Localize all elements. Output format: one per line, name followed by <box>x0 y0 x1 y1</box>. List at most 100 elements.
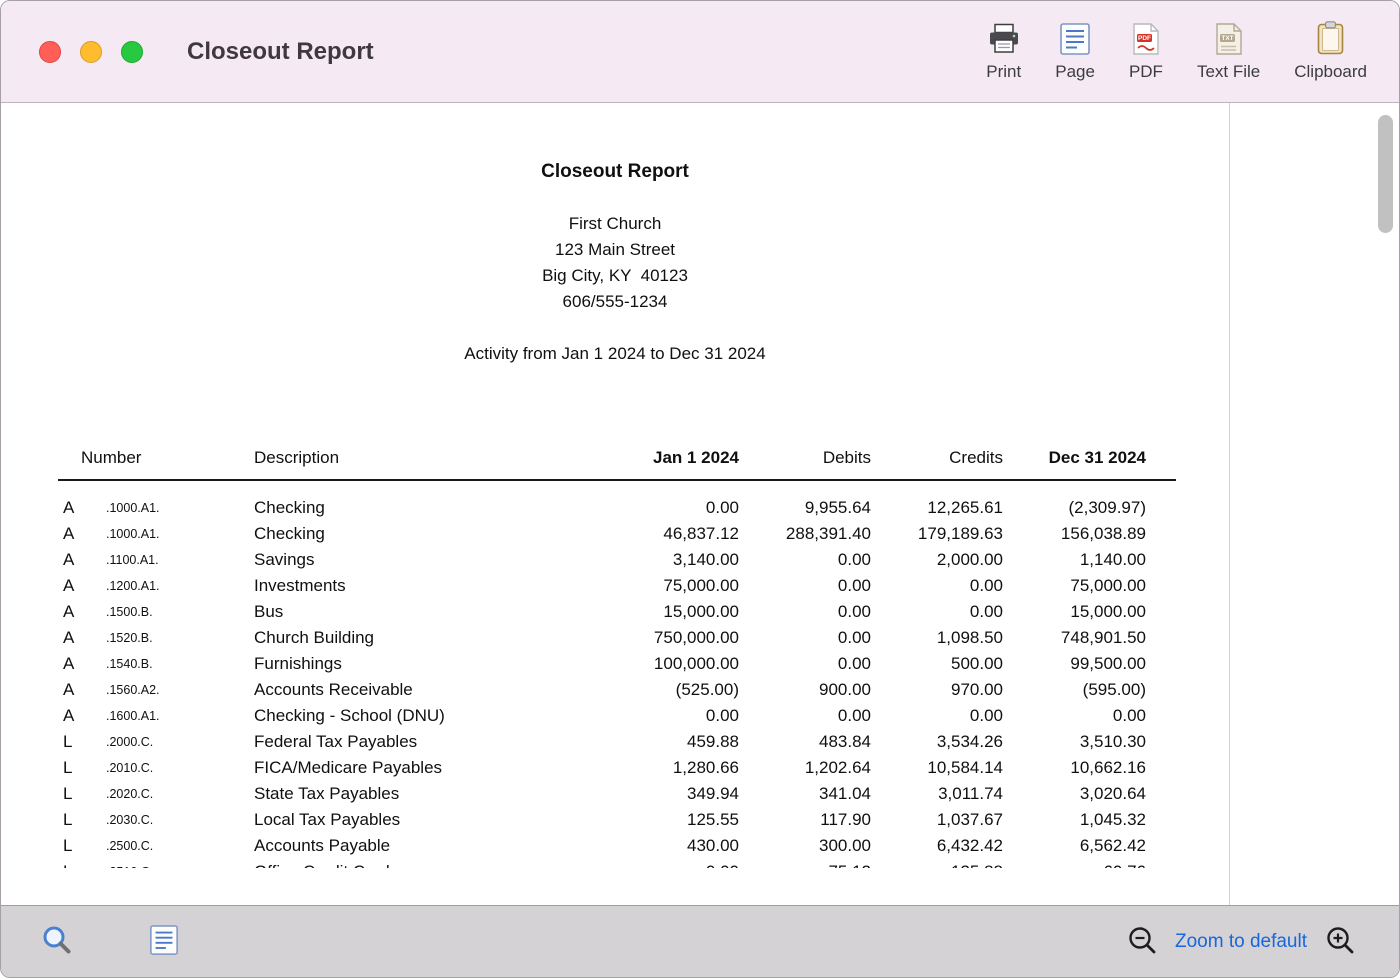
credits-cell: 0.00 <box>871 703 1003 729</box>
text-file-button[interactable]: TXT Text File <box>1197 21 1260 82</box>
credits-cell: 0.00 <box>871 599 1003 625</box>
end-balance-cell: 99,500.00 <box>1003 651 1146 677</box>
credits-cell: 1,037.67 <box>871 807 1003 833</box>
end-balance-cell: 156,038.89 <box>1003 521 1146 547</box>
table-row: L .2000.C. Federal Tax Payables 459.88 4… <box>58 729 1176 755</box>
table-row: A .1100.A1. Savings 3,140.00 0.00 2,000.… <box>58 547 1176 573</box>
statusbar-left-tools <box>41 924 179 959</box>
zoom-controls: Zoom to default <box>1127 925 1355 958</box>
debits-cell: 1,202.64 <box>739 755 871 781</box>
account-number-cell: .1540.B. <box>103 651 251 677</box>
debits-cell: 0.00 <box>739 573 871 599</box>
zoom-out-button[interactable] <box>1127 925 1157 958</box>
document-lines-icon <box>149 925 179 958</box>
begin-balance-cell: 0.00 <box>561 859 739 868</box>
table-body: A .1000.A1. Checking 0.00 9,955.64 12,26… <box>58 481 1176 868</box>
begin-balance-cell: 3,140.00 <box>561 547 739 573</box>
account-type-cell: A <box>58 625 103 651</box>
begin-balance-cell: 0.00 <box>561 495 739 521</box>
table-row: A .1540.B. Furnishings 100,000.00 0.00 5… <box>58 651 1176 677</box>
minimize-window-button[interactable] <box>80 41 102 63</box>
begin-balance-cell: 15,000.00 <box>561 599 739 625</box>
vertical-scrollbar-thumb[interactable] <box>1378 115 1393 233</box>
svg-text:TXT: TXT <box>1221 35 1233 42</box>
description-cell: Checking <box>251 521 561 547</box>
zoom-window-button[interactable] <box>121 41 143 63</box>
end-balance-cell: 1,045.32 <box>1003 807 1146 833</box>
report-view-button[interactable] <box>149 925 179 958</box>
end-balance-cell: 75,000.00 <box>1003 573 1146 599</box>
debits-cell: 300.00 <box>739 833 871 859</box>
statusbar: Zoom to default <box>1 905 1399 977</box>
activity-range: Activity from Jan 1 2024 to Dec 31 2024 <box>1 341 1229 367</box>
table-row: L .2500.C. Accounts Payable 430.00 300.0… <box>58 833 1176 859</box>
zoom-to-default-link[interactable]: Zoom to default <box>1169 931 1313 953</box>
description-cell: Bus <box>251 599 561 625</box>
table-row: A .1000.A1. Checking 46,837.12 288,391.4… <box>58 521 1176 547</box>
toolbar: Print Page <box>986 21 1367 82</box>
close-window-button[interactable] <box>39 41 61 63</box>
zoom-out-icon <box>1127 925 1157 958</box>
begin-balance-cell: 750,000.00 <box>561 625 739 651</box>
account-type-cell: A <box>58 521 103 547</box>
table-row: A .1520.B. Church Building 750,000.00 0.… <box>58 625 1176 651</box>
description-cell: Accounts Receivable <box>251 677 561 703</box>
credits-cell: 179,189.63 <box>871 521 1003 547</box>
credits-cell: 135.88 <box>871 859 1003 868</box>
search-button[interactable] <box>41 924 73 959</box>
col-header-debits: Debits <box>739 445 871 471</box>
end-balance-cell: 1,140.00 <box>1003 547 1146 573</box>
account-number-cell: .2010.C. <box>103 755 251 781</box>
debits-cell: 75.12 <box>739 859 871 868</box>
print-button[interactable]: Print <box>986 21 1021 82</box>
text-file-button-label: Text File <box>1197 62 1260 82</box>
credits-cell: 3,534.26 <box>871 729 1003 755</box>
end-balance-cell: (2,309.97) <box>1003 495 1146 521</box>
org-city: Big City, KY 40123 <box>1 263 1229 289</box>
clipboard-button-label: Clipboard <box>1294 62 1367 82</box>
description-cell: Accounts Payable <box>251 833 561 859</box>
credits-cell: 2,000.00 <box>871 547 1003 573</box>
print-button-label: Print <box>986 62 1021 82</box>
report-title: Closeout Report <box>1 161 1229 183</box>
org-phone: 606/555-1234 <box>1 289 1229 315</box>
debits-cell: 0.00 <box>739 547 871 573</box>
document-area: Closeout Report First Church 123 Main St… <box>1 103 1399 905</box>
begin-balance-cell: 349.94 <box>561 781 739 807</box>
credits-cell: 0.00 <box>871 573 1003 599</box>
account-type-cell: L <box>58 807 103 833</box>
table-row: A .1600.A1. Checking - School (DNU) 0.00… <box>58 703 1176 729</box>
account-type-cell: L <box>58 729 103 755</box>
account-number-cell: .1000.A1. <box>103 495 251 521</box>
zoom-in-button[interactable] <box>1325 925 1355 958</box>
credits-cell: 3,011.74 <box>871 781 1003 807</box>
table-row: L .2030.C. Local Tax Payables 125.55 117… <box>58 807 1176 833</box>
credits-cell: 500.00 <box>871 651 1003 677</box>
table-header-row: Number Description Jan 1 2024 Debits Cre… <box>58 445 1176 481</box>
table-row: L .2010.C. FICA/Medicare Payables 1,280.… <box>58 755 1176 781</box>
debits-cell: 900.00 <box>739 677 871 703</box>
begin-balance-cell: 75,000.00 <box>561 573 739 599</box>
pdf-button[interactable]: PDF PDF <box>1129 21 1163 82</box>
account-number-cell: .1520.B. <box>103 625 251 651</box>
page-button[interactable]: Page <box>1055 21 1095 82</box>
end-balance-cell: 10,662.16 <box>1003 755 1146 781</box>
begin-balance-cell: 46,837.12 <box>561 521 739 547</box>
table-row: A .1560.A2. Accounts Receivable (525.00)… <box>58 677 1176 703</box>
account-number-cell: .2000.C. <box>103 729 251 755</box>
app-window: Closeout Report Print <box>0 0 1400 978</box>
clipboard-icon <box>1317 21 1344 55</box>
debits-cell: 0.00 <box>739 599 871 625</box>
col-header-end-balance: Dec 31 2024 <box>1003 445 1146 471</box>
org-street: 123 Main Street <box>1 237 1229 263</box>
debits-cell: 0.00 <box>739 703 871 729</box>
debits-cell: 9,955.64 <box>739 495 871 521</box>
clipboard-button[interactable]: Clipboard <box>1294 21 1367 82</box>
report-page: Closeout Report First Church 123 Main St… <box>1 103 1229 868</box>
begin-balance-cell: 1,280.66 <box>561 755 739 781</box>
pdf-file-icon: PDF <box>1132 21 1160 55</box>
debits-cell: 117.90 <box>739 807 871 833</box>
credits-cell: 12,265.61 <box>871 495 1003 521</box>
begin-balance-cell: (525.00) <box>561 677 739 703</box>
end-balance-cell: 748,901.50 <box>1003 625 1146 651</box>
